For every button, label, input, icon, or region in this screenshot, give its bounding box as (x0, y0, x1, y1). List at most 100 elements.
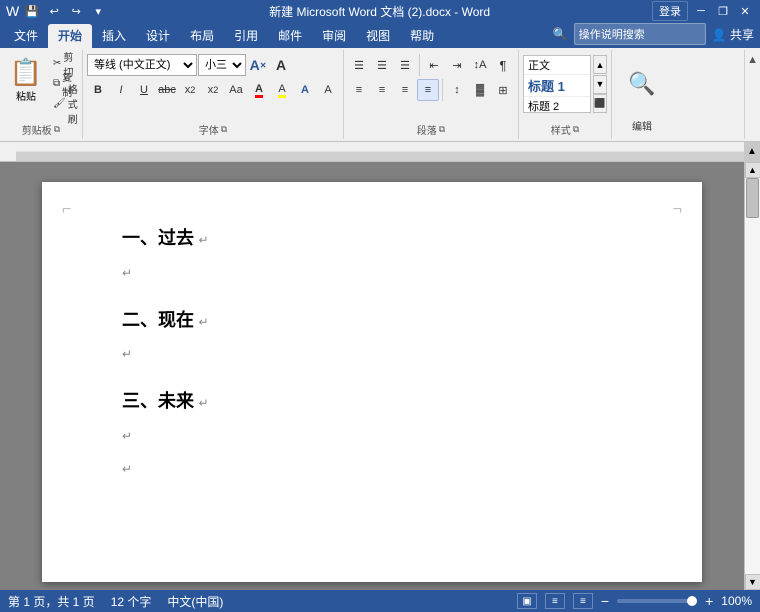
customize-icon[interactable]: ▾ (89, 2, 107, 20)
styles-expand-all[interactable]: ⬛ (593, 94, 607, 113)
format-painter-button[interactable]: 🖌 格式刷 (50, 94, 78, 113)
styles-panel[interactable]: 正文 标题 1 标题 2 (523, 55, 591, 113)
tab-review[interactable]: 审阅 (312, 24, 356, 48)
superscript-button[interactable]: x2 (202, 79, 224, 101)
font-size-select[interactable]: 小三 (198, 54, 246, 76)
tab-references[interactable]: 引用 (224, 24, 268, 48)
tab-layout[interactable]: 布局 (180, 24, 224, 48)
minimize-button[interactable]: ─ (692, 2, 710, 20)
tab-insert[interactable]: 插入 (92, 24, 136, 48)
ruler (16, 142, 760, 161)
borders-button[interactable]: ⊞ (492, 79, 514, 101)
highlight-button[interactable]: A (271, 79, 293, 101)
grow-font-button[interactable]: A (270, 54, 292, 76)
title-bar: W 💾 ↩ ↪ ▾ 新建 Microsoft Word 文档 (2).docx … (0, 0, 760, 22)
paste-button[interactable]: 📋 粘贴 (4, 54, 48, 114)
clipboard-expand-icon[interactable]: ⧉ (54, 124, 60, 135)
shading-button[interactable]: ▓ (469, 79, 491, 101)
scroll-track[interactable] (745, 178, 760, 574)
clipboard-content: 📋 粘贴 ✂ 剪切 ⧉ 复制 🖌 格式刷 (4, 52, 78, 120)
zoom-out-button[interactable]: − (601, 593, 609, 609)
styles-scroll-down[interactable]: ▼ (593, 75, 607, 94)
find-replace-button[interactable]: 🔍 样式 (620, 54, 664, 114)
clipboard-small-btns: ✂ 剪切 ⧉ 复制 🖌 格式刷 (50, 54, 78, 113)
ribbon-collapse[interactable]: ▲ (744, 50, 760, 139)
zoom-level[interactable]: 100% (721, 594, 752, 608)
scroll-up-button[interactable]: ▲ (745, 162, 760, 178)
subscript-button[interactable]: x2 (179, 79, 201, 101)
para-divider2 (442, 79, 443, 101)
clipboard-label: 剪贴板 ⧉ (4, 120, 78, 137)
multilevel-button[interactable]: ☰ (394, 54, 416, 76)
line-spacing-button[interactable]: ↕ (446, 79, 468, 101)
para-divider1 (419, 54, 420, 76)
login-button[interactable]: 登录 (652, 1, 688, 21)
corner-tr: ⌐ (670, 202, 682, 214)
zoom-in-button[interactable]: + (705, 593, 713, 609)
styles-scroll-up[interactable]: ▲ (593, 55, 607, 74)
view-read-icon[interactable]: ▣ (517, 593, 537, 609)
restore-button[interactable]: ❐ (714, 2, 732, 20)
style-normal[interactable]: 正文 (524, 56, 590, 75)
scroll-thumb[interactable] (746, 178, 759, 218)
main-area: ⌐ ⌐ 一、过去 ↵ ↵ 二、现在 ↵ ↵ 三、未来 (0, 162, 760, 590)
style-heading1[interactable]: 标题 1 (524, 75, 590, 97)
copy-icon: ⧉ (53, 78, 60, 89)
show-marks-button[interactable]: ¶ (492, 54, 514, 76)
zoom-thumb (687, 596, 697, 606)
increase-indent-button[interactable]: ⇥ (446, 54, 468, 76)
tab-view[interactable]: 视图 (356, 24, 400, 48)
scroll-down-button[interactable]: ▼ (745, 574, 760, 590)
justify-button[interactable]: ≡ (417, 79, 439, 101)
tab-file[interactable]: 文件 (4, 24, 48, 48)
style-heading2[interactable]: 标题 2 (524, 97, 590, 113)
document-content[interactable]: 一、过去 ↵ ↵ 二、现在 ↵ ↵ 三、未来 ↵ ↵ (122, 222, 622, 484)
underline-button[interactable]: U (133, 79, 155, 101)
text-effects-button[interactable]: A (294, 79, 316, 101)
tab-help[interactable]: 帮助 (400, 24, 444, 48)
tab-home[interactable]: 开始 (48, 24, 92, 48)
tab-mailing[interactable]: 邮件 (268, 24, 312, 48)
search-icon: 🔍 (553, 27, 568, 41)
doc-line-6: ↵ (122, 422, 622, 451)
styles-expand-icon[interactable]: ⧉ (573, 124, 579, 135)
bullets-button[interactable]: ☰ (348, 54, 370, 76)
view-print-icon[interactable]: ≡ (545, 593, 565, 609)
shrink-font-button[interactable]: A (317, 79, 339, 101)
view-web-icon[interactable]: ≡ (573, 593, 593, 609)
zoom-slider[interactable] (617, 599, 697, 603)
numbering-button[interactable]: ☰ (371, 54, 393, 76)
doc-line-7: ↵ (122, 455, 622, 484)
font-group: 等线 (中文正文) 小三 A✕ A B I U abc x2 x2 Aa A (83, 50, 344, 139)
share-button[interactable]: 👤 共享 (712, 26, 754, 43)
strikethrough-button[interactable]: abc (156, 79, 178, 101)
decrease-indent-button[interactable]: ⇤ (423, 54, 445, 76)
align-left-button[interactable]: ≡ (348, 79, 370, 101)
bold-button[interactable]: B (87, 79, 109, 101)
sort-button[interactable]: ↕A (469, 54, 491, 76)
change-case-button[interactable]: Aa (225, 79, 247, 101)
redo-icon[interactable]: ↪ (67, 2, 85, 20)
close-button[interactable]: ✕ (736, 2, 754, 20)
italic-button[interactable]: I (110, 79, 132, 101)
clear-format-button[interactable]: A✕ (247, 54, 269, 76)
save-icon[interactable]: 💾 (23, 2, 41, 20)
paragraph-expand-icon[interactable]: ⧉ (439, 124, 445, 135)
font-color-button[interactable]: A (248, 79, 270, 101)
align-center-button[interactable]: ≡ (371, 79, 393, 101)
font-expand-icon[interactable]: ⧉ (221, 124, 227, 135)
editing-label-row (616, 135, 668, 137)
format-painter-icon: 🖌 (53, 98, 66, 109)
tab-design[interactable]: 设计 (136, 24, 180, 48)
vertical-scrollbar[interactable]: ▲ ▼ (744, 162, 760, 590)
document-area[interactable]: ⌐ ⌐ 一、过去 ↵ ↵ 二、现在 ↵ ↵ 三、未来 (0, 162, 744, 590)
para-mark-7: ↵ (122, 462, 132, 476)
ruler-collapse-button[interactable]: ▲ (744, 142, 760, 162)
align-right-button[interactable]: ≡ (394, 79, 416, 101)
ribbon-tabs: 文件 开始 插入 设计 布局 引用 邮件 审阅 视图 帮助 🔍 操作说明搜索 👤… (0, 22, 760, 48)
search-icon2: 🔍 (628, 71, 655, 97)
undo-icon[interactable]: ↩ (45, 2, 63, 20)
font-name-select[interactable]: 等线 (中文正文) (87, 54, 197, 76)
status-bar: 第 1 页，共 1 页 12 个字 中文(中国) ▣ ≡ ≡ − + 100% (0, 590, 760, 612)
search-bar[interactable]: 操作说明搜索 (574, 23, 706, 45)
